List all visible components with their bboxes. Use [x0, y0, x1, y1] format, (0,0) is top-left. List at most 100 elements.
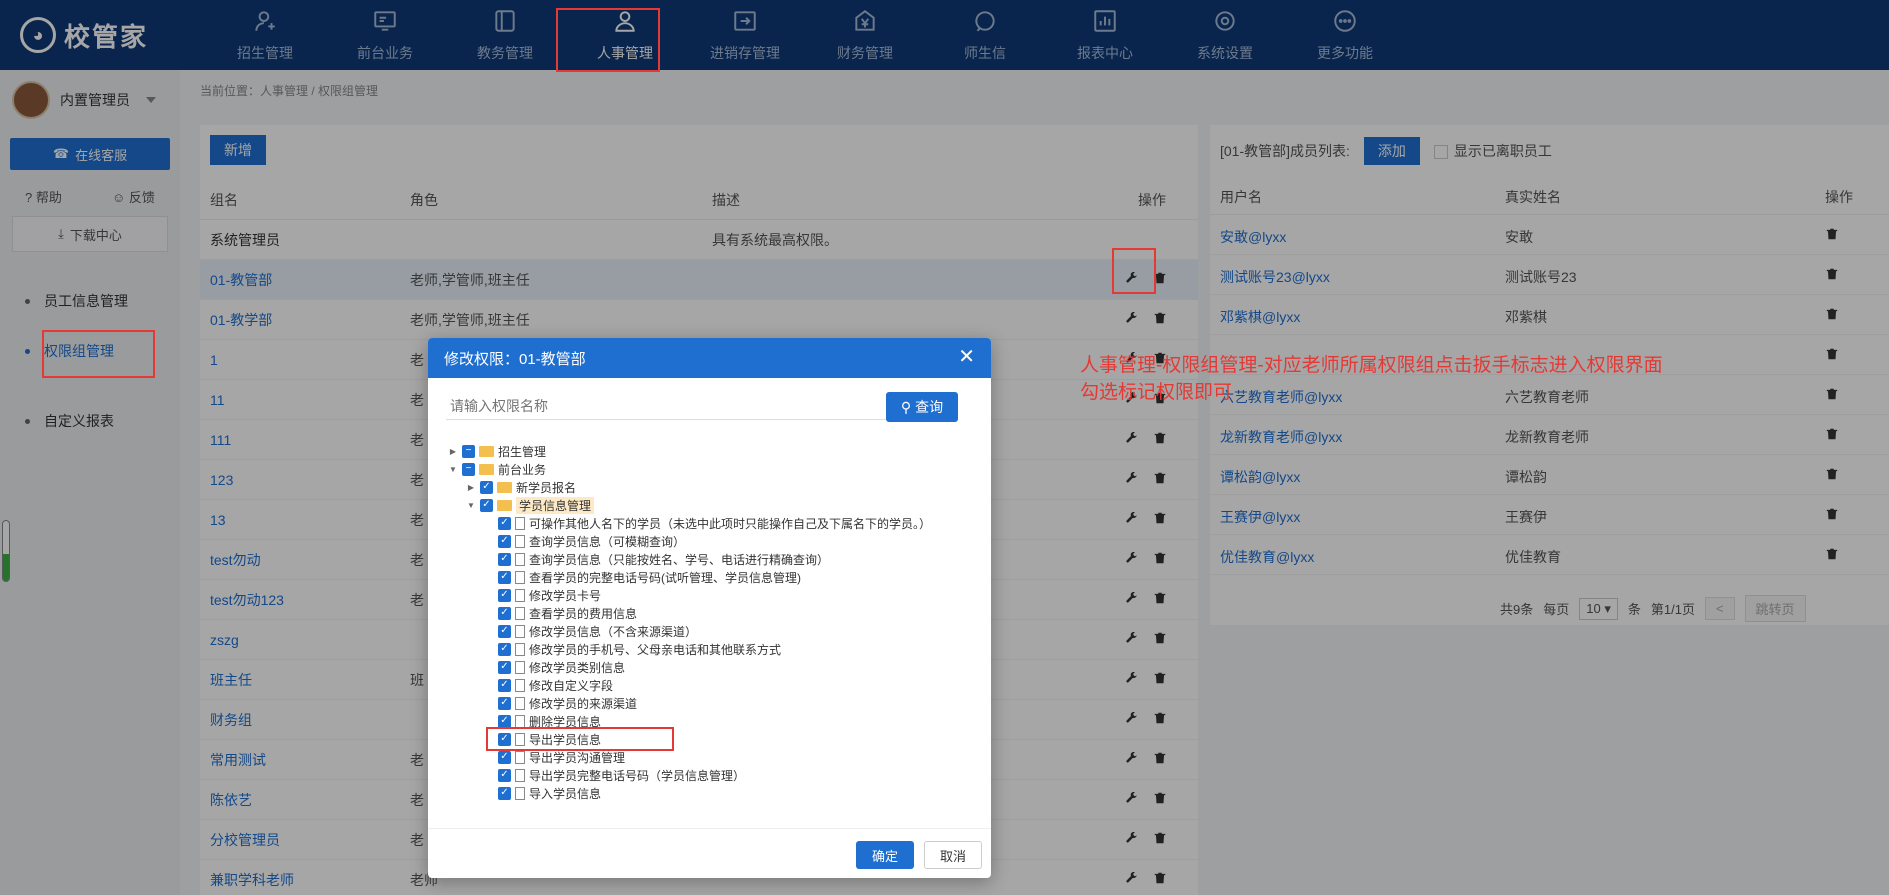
- tree-node-label: 导出学员完整电话号码（学员信息管理）: [529, 768, 746, 783]
- file-icon: [515, 714, 525, 728]
- tree-node-label: 导出学员沟通管理: [529, 750, 626, 765]
- checkbox-icon[interactable]: ✓: [498, 660, 511, 674]
- tree-node[interactable]: ✓ 修改学员的来源渠道: [448, 694, 968, 712]
- checkbox-icon[interactable]: ✓: [498, 606, 511, 620]
- expand-right-icon[interactable]: ▶: [448, 446, 458, 456]
- tree-node[interactable]: ✓ 导出学员完整电话号码（学员信息管理）: [448, 766, 968, 784]
- checkbox-icon[interactable]: ✓: [498, 570, 511, 584]
- annotation-line-1: 人事管理-权限组管理-对应老师所属权限组点击扳手标志进入权限界面: [1080, 355, 1663, 376]
- tree-node[interactable]: ✓ 导入学员信息: [448, 784, 968, 800]
- tree-node[interactable]: ✓ 查看学员的完整电话号码(试听管理、学员信息管理): [448, 568, 968, 586]
- file-icon: [515, 678, 525, 692]
- tree-node-label: 导入学员信息: [529, 786, 602, 801]
- tree-node-label: 修改学员类别信息: [529, 660, 626, 675]
- tree-node[interactable]: ✓ 查询学员信息（只能按姓名、学号、电话进行精确查询）: [448, 550, 968, 568]
- checkbox-icon[interactable]: ✓: [498, 786, 511, 800]
- checkbox-icon[interactable]: ✓: [498, 588, 511, 602]
- checkbox-icon[interactable]: −: [462, 444, 475, 458]
- tree-node-label: 修改学员的来源渠道: [529, 696, 638, 711]
- highlight-export-item: [486, 727, 674, 751]
- dialog-footer: 确定 取消: [428, 828, 991, 878]
- dialog-title: 修改权限：01-教管部: [444, 350, 586, 368]
- close-icon[interactable]: ✕: [958, 347, 975, 367]
- folder-icon: [497, 499, 512, 511]
- checkbox-icon[interactable]: ✓: [498, 696, 511, 710]
- tree-node-label: 查看学员的费用信息: [529, 606, 638, 621]
- tree-node-label: 招生管理: [498, 444, 547, 459]
- checkbox-icon[interactable]: ✓: [498, 534, 511, 548]
- tree-node[interactable]: ✓ 修改学员类别信息: [448, 658, 968, 676]
- query-button[interactable]: ⚲ 查询: [886, 392, 958, 422]
- checkbox-icon[interactable]: ✓: [498, 516, 511, 530]
- tree-node[interactable]: ✓ 可操作其他人名下的学员（未选中此项时只能操作自己及下属名下的学员。）: [448, 514, 968, 532]
- file-icon: [515, 768, 525, 782]
- query-label: 查询: [915, 399, 944, 415]
- search-icon: ⚲: [900, 398, 912, 415]
- checkbox-icon[interactable]: ✓: [498, 678, 511, 692]
- tree-node[interactable]: ▶ − 招生管理: [448, 442, 968, 460]
- tree-node[interactable]: ✓ 查看学员的费用信息: [448, 604, 968, 622]
- file-icon: [515, 552, 525, 566]
- file-icon: [515, 516, 525, 530]
- expand-down-icon[interactable]: ▼: [448, 464, 458, 474]
- expand-down-icon[interactable]: ▼: [466, 500, 476, 510]
- tree-node-label: 查看学员的完整电话号码(试听管理、学员信息管理): [529, 570, 801, 585]
- tree-node-label: 查询学员信息（只能按姓名、学号、电话进行精确查询）: [529, 552, 830, 567]
- tree-node[interactable]: ✓ 修改学员的手机号、父母亲电话和其他联系方式: [448, 640, 968, 658]
- tree-node-label: 学员信息管理: [516, 496, 595, 514]
- checkbox-icon[interactable]: ✓: [498, 624, 511, 638]
- cancel-button[interactable]: 取消: [924, 841, 982, 869]
- tree-node-label: 可操作其他人名下的学员（未选中此项时只能操作自己及下属名下的学员。）: [529, 516, 932, 531]
- checkbox-icon[interactable]: ✓: [498, 642, 511, 656]
- tree-node[interactable]: ✓ 修改学员信息（不含来源渠道）: [448, 622, 968, 640]
- folder-icon: [479, 463, 494, 475]
- tree-node[interactable]: ▼ − 前台业务: [448, 460, 968, 478]
- file-icon: [515, 750, 525, 764]
- tree-node[interactable]: ✓ 查询学员信息（可模糊查询）: [448, 532, 968, 550]
- permission-search-input[interactable]: [446, 392, 893, 420]
- file-icon: [515, 570, 525, 584]
- checkbox-icon[interactable]: ✓: [480, 480, 493, 494]
- tree-node[interactable]: ✓ 修改学员卡号: [448, 586, 968, 604]
- checkbox-icon[interactable]: ✓: [498, 714, 511, 728]
- annotation-line-2: 勾选标记权限即可: [1080, 382, 1233, 403]
- confirm-button[interactable]: 确定: [856, 841, 914, 869]
- folder-icon: [497, 481, 512, 493]
- file-icon: [515, 642, 525, 656]
- checkbox-icon[interactable]: −: [462, 462, 475, 476]
- highlight-wrench: [1112, 248, 1156, 294]
- highlight-nav-hr: [556, 8, 660, 72]
- file-icon: [515, 660, 525, 674]
- checkbox-icon[interactable]: ✓: [498, 750, 511, 764]
- tree-node-label: 修改学员信息（不含来源渠道）: [529, 624, 698, 639]
- tree-node-label: 查询学员信息（可模糊查询）: [529, 534, 686, 549]
- tree-node-label: 新学员报名: [516, 480, 577, 495]
- tree-node[interactable]: ▼ ✓ 学员信息管理: [448, 496, 968, 514]
- checkbox-icon[interactable]: ✓: [480, 498, 493, 512]
- dialog-header: 修改权限：01-教管部 ✕: [428, 338, 991, 378]
- expand-right-icon[interactable]: ▶: [466, 482, 476, 492]
- tree-node[interactable]: ✓ 修改自定义字段: [448, 676, 968, 694]
- highlight-sidebar-permission: [42, 330, 155, 378]
- file-icon: [515, 696, 525, 710]
- tree-node-label: 修改学员的手机号、父母亲电话和其他联系方式: [529, 642, 782, 657]
- checkbox-icon[interactable]: ✓: [498, 552, 511, 566]
- file-icon: [515, 624, 525, 638]
- tree-node[interactable]: ▶ ✓ 新学员报名: [448, 478, 968, 496]
- file-icon: [515, 534, 525, 548]
- file-icon: [515, 786, 525, 800]
- checkbox-icon[interactable]: ✓: [498, 768, 511, 782]
